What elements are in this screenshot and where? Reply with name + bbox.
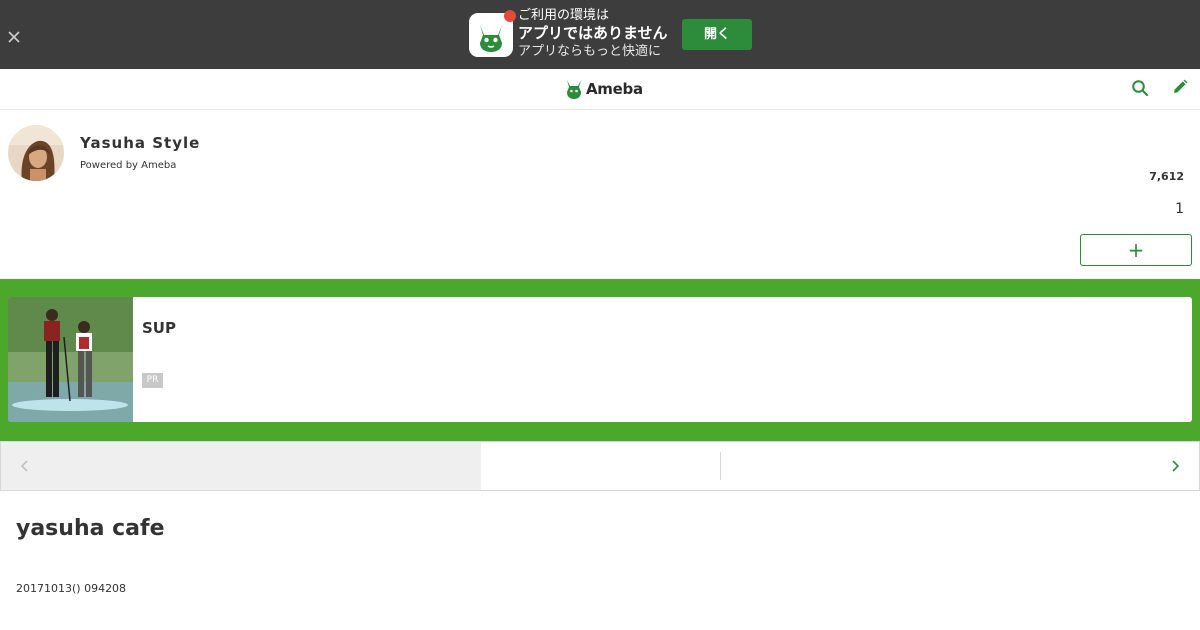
pr-badge: PR <box>142 373 163 388</box>
powered-by: Powered by Ameba <box>80 160 177 171</box>
ameba-logo[interactable]: Ameba <box>565 78 643 100</box>
close-icon[interactable] <box>5 28 23 46</box>
banner-line2: アプリではありません <box>518 24 668 42</box>
banner-line1: ご利用の環境は <box>518 8 610 23</box>
follow-count: 1 <box>1175 201 1184 217</box>
ad-card[interactable]: SUP PR <box>8 297 1192 422</box>
search-icon[interactable] <box>1131 79 1149 97</box>
blog-header: Yasuha Style Powered by Ameba 7,612 1 + <box>0 110 1200 279</box>
blog-title[interactable]: Yasuha Style <box>80 134 200 152</box>
ad-area: SUP PR <box>0 279 1200 441</box>
blog-title-text: Yasuha Style <box>80 134 201 152</box>
notification-badge <box>504 10 516 22</box>
global-header: Ameba <box>0 69 1200 110</box>
banner-text: ご利用の環境は アプリではありません アプリならもっと快適に <box>518 7 678 60</box>
article-title: yasuha cafe <box>16 516 165 541</box>
logo-text: Ameba <box>586 80 643 98</box>
app-banner: ご利用の環境は アプリではありません アプリならもっと快適に 開く <box>0 0 1200 69</box>
ad-title: SUP <box>142 319 176 337</box>
article-date: 20171013() 094208 <box>16 582 127 595</box>
article-list-button[interactable] <box>481 442 721 490</box>
chevron-left-icon <box>20 460 28 472</box>
next-article-button[interactable] <box>721 442 1199 490</box>
banner-line3: アプリならもっと快適に <box>518 44 662 59</box>
chevron-right-icon <box>1172 460 1180 472</box>
open-app-button[interactable]: 開く <box>682 19 752 50</box>
pencil-icon[interactable] <box>1172 79 1188 95</box>
avatar[interactable] <box>8 125 64 181</box>
article-nav <box>0 441 1200 491</box>
plus-icon: + <box>1127 238 1145 262</box>
follow-button[interactable]: + <box>1080 234 1192 266</box>
prev-article-button[interactable] <box>1 442 481 490</box>
ameba-mascot-icon <box>567 80 581 99</box>
ad-image <box>8 297 133 422</box>
reader-count: 7,612 <box>1149 170 1184 183</box>
